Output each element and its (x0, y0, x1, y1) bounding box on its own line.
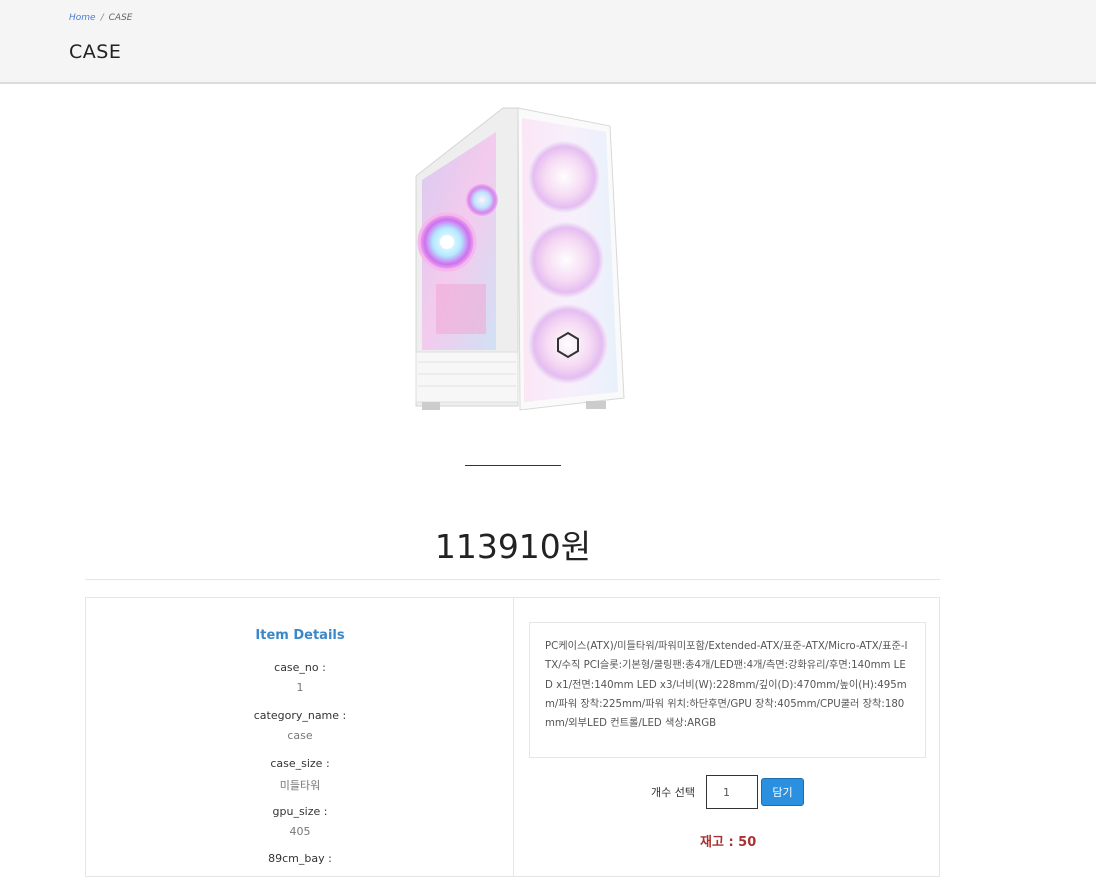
detail-value: 405 (289, 825, 311, 838)
breadcrumb-current: CASE (108, 13, 133, 23)
page-title: CASE (69, 41, 122, 63)
item-details-section: Item Details case_no : 1 category_name :… (86, 598, 514, 876)
detail-value: case (287, 729, 313, 742)
product-price: 113910원 (434, 527, 592, 566)
product-image (400, 100, 638, 418)
breadcrumb-home-link[interactable]: Home (69, 13, 96, 23)
quantity-label: 개수 선택 (651, 786, 695, 799)
quantity-input[interactable] (706, 775, 758, 809)
detail-value: 1 (296, 681, 304, 694)
detail-key: category_name : (253, 709, 347, 722)
detail-bay: 89cm_bay : (86, 852, 514, 872)
detail-key: case_size : (270, 757, 330, 770)
detail-gpu-size: gpu_size : 405 (86, 805, 514, 838)
detail-value: 미들타워 (279, 779, 321, 792)
section-divider (465, 465, 561, 466)
add-to-cart-button[interactable]: 담기 (761, 778, 804, 806)
item-details-title: Item Details (255, 628, 345, 643)
product-panel: Item Details case_no : 1 category_name :… (85, 597, 940, 877)
breadcrumb: Home / CASE (69, 13, 132, 23)
price-divider (85, 579, 940, 580)
detail-key: 89cm_bay : (268, 852, 332, 865)
detail-case-no: case_no : 1 (86, 661, 514, 694)
detail-case-size: case_size : 미들타워 (86, 757, 514, 793)
page-header: Home / CASE CASE (0, 0, 1096, 84)
breadcrumb-separator: / (100, 13, 104, 23)
detail-key: case_no : (274, 661, 326, 674)
stock-status: 재고 : 50 (700, 835, 757, 850)
detail-category-name: category_name : case (86, 709, 514, 742)
detail-key: gpu_size : (272, 805, 328, 818)
product-description: PC케이스(ATX)/미들타워/파워미포함/Extended-ATX/표준-AT… (529, 622, 926, 758)
